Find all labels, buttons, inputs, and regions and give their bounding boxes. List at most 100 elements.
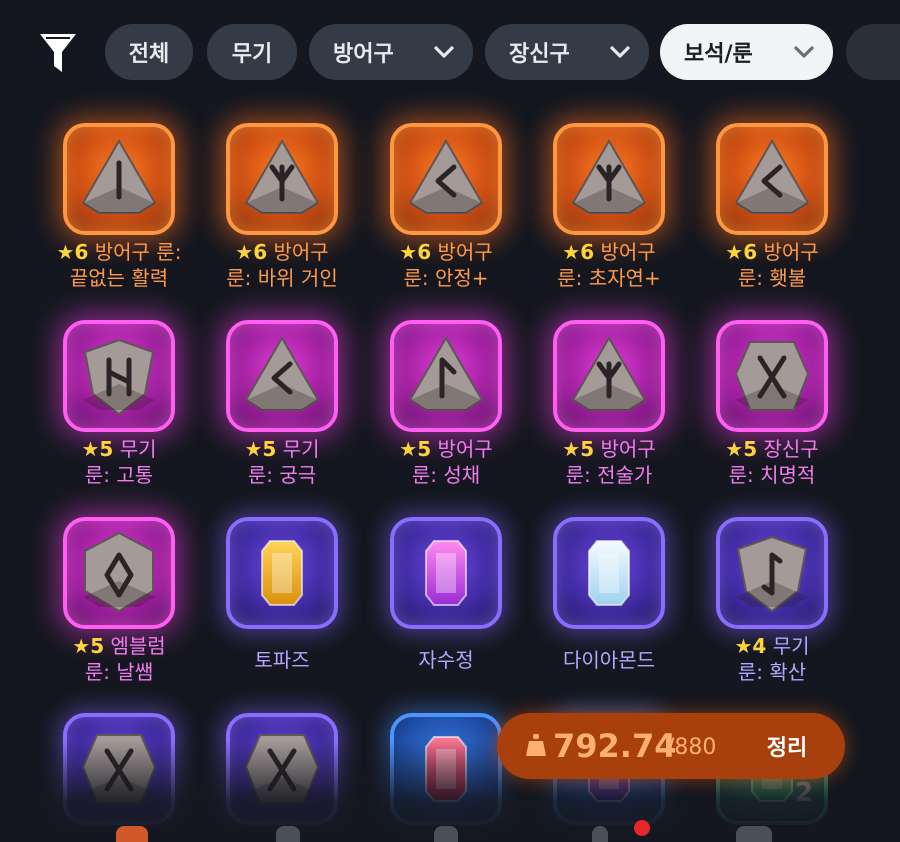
nav-tab-menu[interactable] — [736, 826, 772, 842]
item-label: ★6 방어구 룬: 안정+ — [356, 239, 536, 291]
item-label-line1: ★6 방어구 — [682, 239, 862, 265]
item-label: ★5 방어구 룬: 성채 — [356, 436, 536, 488]
rune-stone-gebo-icon — [734, 341, 810, 411]
item-type: 방어구 룬: — [94, 240, 182, 264]
item-type: 엠블럼 — [110, 634, 166, 658]
item-tile[interactable] — [716, 517, 828, 629]
diamond-gem-icon — [588, 540, 630, 606]
item-tile[interactable] — [553, 320, 665, 432]
item-tile[interactable] — [390, 123, 502, 235]
item-name: 룬: 날쌤 — [84, 660, 154, 684]
item-tile[interactable] — [63, 517, 175, 629]
item-label-line1: ★5 엠블럼 — [29, 633, 209, 659]
item-tile[interactable] — [226, 517, 338, 629]
filter-chip-label: 전체 — [128, 42, 170, 67]
item-tile[interactable] — [63, 320, 175, 432]
item-name: 룬: 궁극 — [247, 463, 317, 487]
item-label-line1: ★5 장신구 — [682, 436, 862, 462]
item-label: ★4 무기 룬: 확산 — [682, 633, 862, 685]
item-label: 토파즈 — [192, 647, 372, 673]
item-label-line1: 다이아몬드 — [519, 647, 699, 673]
item-type: 장신구 — [763, 437, 819, 461]
item-label: ★5 무기 룬: 궁극 — [192, 436, 372, 488]
rune-stone-gebo-icon — [244, 734, 320, 804]
item-star-grade: ★6 — [56, 240, 89, 264]
chevron-down-icon — [794, 46, 814, 58]
item-type: 방어구 — [600, 240, 656, 264]
item-tile[interactable] — [716, 320, 828, 432]
nav-tab-quest[interactable] — [592, 826, 608, 842]
item-name: 끝없는 활력 — [69, 266, 169, 290]
item-tile[interactable] — [226, 123, 338, 235]
item-label: ★6 방어구 룬: 횃불 — [682, 239, 862, 291]
nav-tab-inventory[interactable] — [116, 826, 148, 842]
item-label-line1: ★6 방어구 — [519, 239, 699, 265]
item-star-grade: ★6 — [562, 240, 595, 264]
filter-chip-label: 방어구 — [333, 42, 394, 67]
rune-stone-kaunan-icon — [734, 139, 810, 214]
filter-chip-all[interactable]: 전체 — [105, 24, 193, 80]
rune-stone-isa-icon — [81, 139, 157, 214]
notification-dot — [634, 820, 650, 836]
item-star-grade: ★5 — [81, 437, 114, 461]
sort-button-label: 정리 — [766, 736, 808, 761]
item-label: ★5 무기 룬: 고통 — [29, 436, 209, 488]
item-label-line1: 토파즈 — [192, 647, 372, 673]
item-star-grade: ★6 — [399, 240, 432, 264]
ruby-gem-icon — [425, 736, 467, 802]
item-label-line1: ★5 방어구 — [519, 436, 699, 462]
item-stack-count: 2 — [795, 778, 814, 808]
item-label: ★5 장신구 룬: 치명적 — [682, 436, 862, 488]
item-name: 룬: 확산 — [737, 660, 807, 684]
sort-button[interactable]: 정리 — [737, 721, 837, 771]
rune-stone-algiz-icon — [571, 336, 647, 411]
filter-chip-accessory[interactable]: 장신구 — [485, 24, 649, 80]
item-name: 룬: 치명적 — [728, 463, 816, 487]
item-tile[interactable] — [63, 713, 175, 825]
item-tile[interactable] — [63, 123, 175, 235]
item-name: 룬: 횃불 — [737, 266, 807, 290]
chevron-down-icon — [610, 46, 630, 58]
rune-stone-algiz-icon — [571, 139, 647, 214]
rune-stone-kaunan-icon — [408, 139, 484, 214]
item-type: 토파즈 — [254, 648, 310, 672]
filter-chip-label: 장신구 — [509, 42, 570, 67]
filter-chip-armor[interactable]: 방어구 — [309, 24, 473, 80]
topaz-gem-icon — [261, 540, 303, 606]
nav-tab-shop[interactable] — [434, 826, 458, 842]
item-type: 무기 — [282, 437, 320, 461]
item-type: 무기 — [119, 437, 157, 461]
item-tile[interactable] — [390, 713, 502, 825]
item-label: ★6 방어구 룬: 끝없는 활력 — [29, 239, 209, 291]
item-star-grade: ★6 — [725, 240, 758, 264]
item-label: ★5 엠블럼 룬: 날쌤 — [29, 633, 209, 685]
filter-chip-weapon[interactable]: 무기 — [207, 24, 297, 80]
item-type: 방어구 — [437, 240, 493, 264]
item-star-grade: ★5 — [725, 437, 758, 461]
item-tile[interactable] — [553, 123, 665, 235]
item-tile[interactable] — [390, 517, 502, 629]
item-tile[interactable] — [390, 320, 502, 432]
amethyst-gem-icon — [425, 540, 467, 606]
filter-chip-label: 보석/룬 — [684, 42, 753, 67]
rune-stone-eihwaz-icon — [736, 535, 808, 613]
item-star-grade: ★4 — [734, 634, 767, 658]
item-star-grade: ★5 — [244, 437, 277, 461]
item-type: 자수정 — [418, 648, 474, 672]
filter-chip-overflow[interactable] — [846, 24, 900, 80]
item-type: 다이아몬드 — [563, 648, 655, 672]
item-type: 방어구 — [273, 240, 329, 264]
item-name: 룬: 전술가 — [565, 463, 653, 487]
item-tile[interactable] — [226, 713, 338, 825]
funnel-icon[interactable] — [38, 32, 78, 74]
item-name: 룬: 안정+ — [403, 266, 489, 290]
item-label: ★5 방어구 룬: 전술가 — [519, 436, 699, 488]
filter-bar: 전체 무기 방어구 장신구 보석/룬 — [0, 0, 900, 110]
filter-chip-gem-rune[interactable]: 보석/룬 — [660, 24, 833, 80]
item-tile[interactable] — [226, 320, 338, 432]
rune-stone-algiz-icon — [244, 139, 320, 214]
item-tile[interactable] — [716, 123, 828, 235]
nav-tab-character[interactable] — [276, 826, 300, 842]
item-tile[interactable] — [553, 517, 665, 629]
item-label-line1: ★5 방어구 — [356, 436, 536, 462]
